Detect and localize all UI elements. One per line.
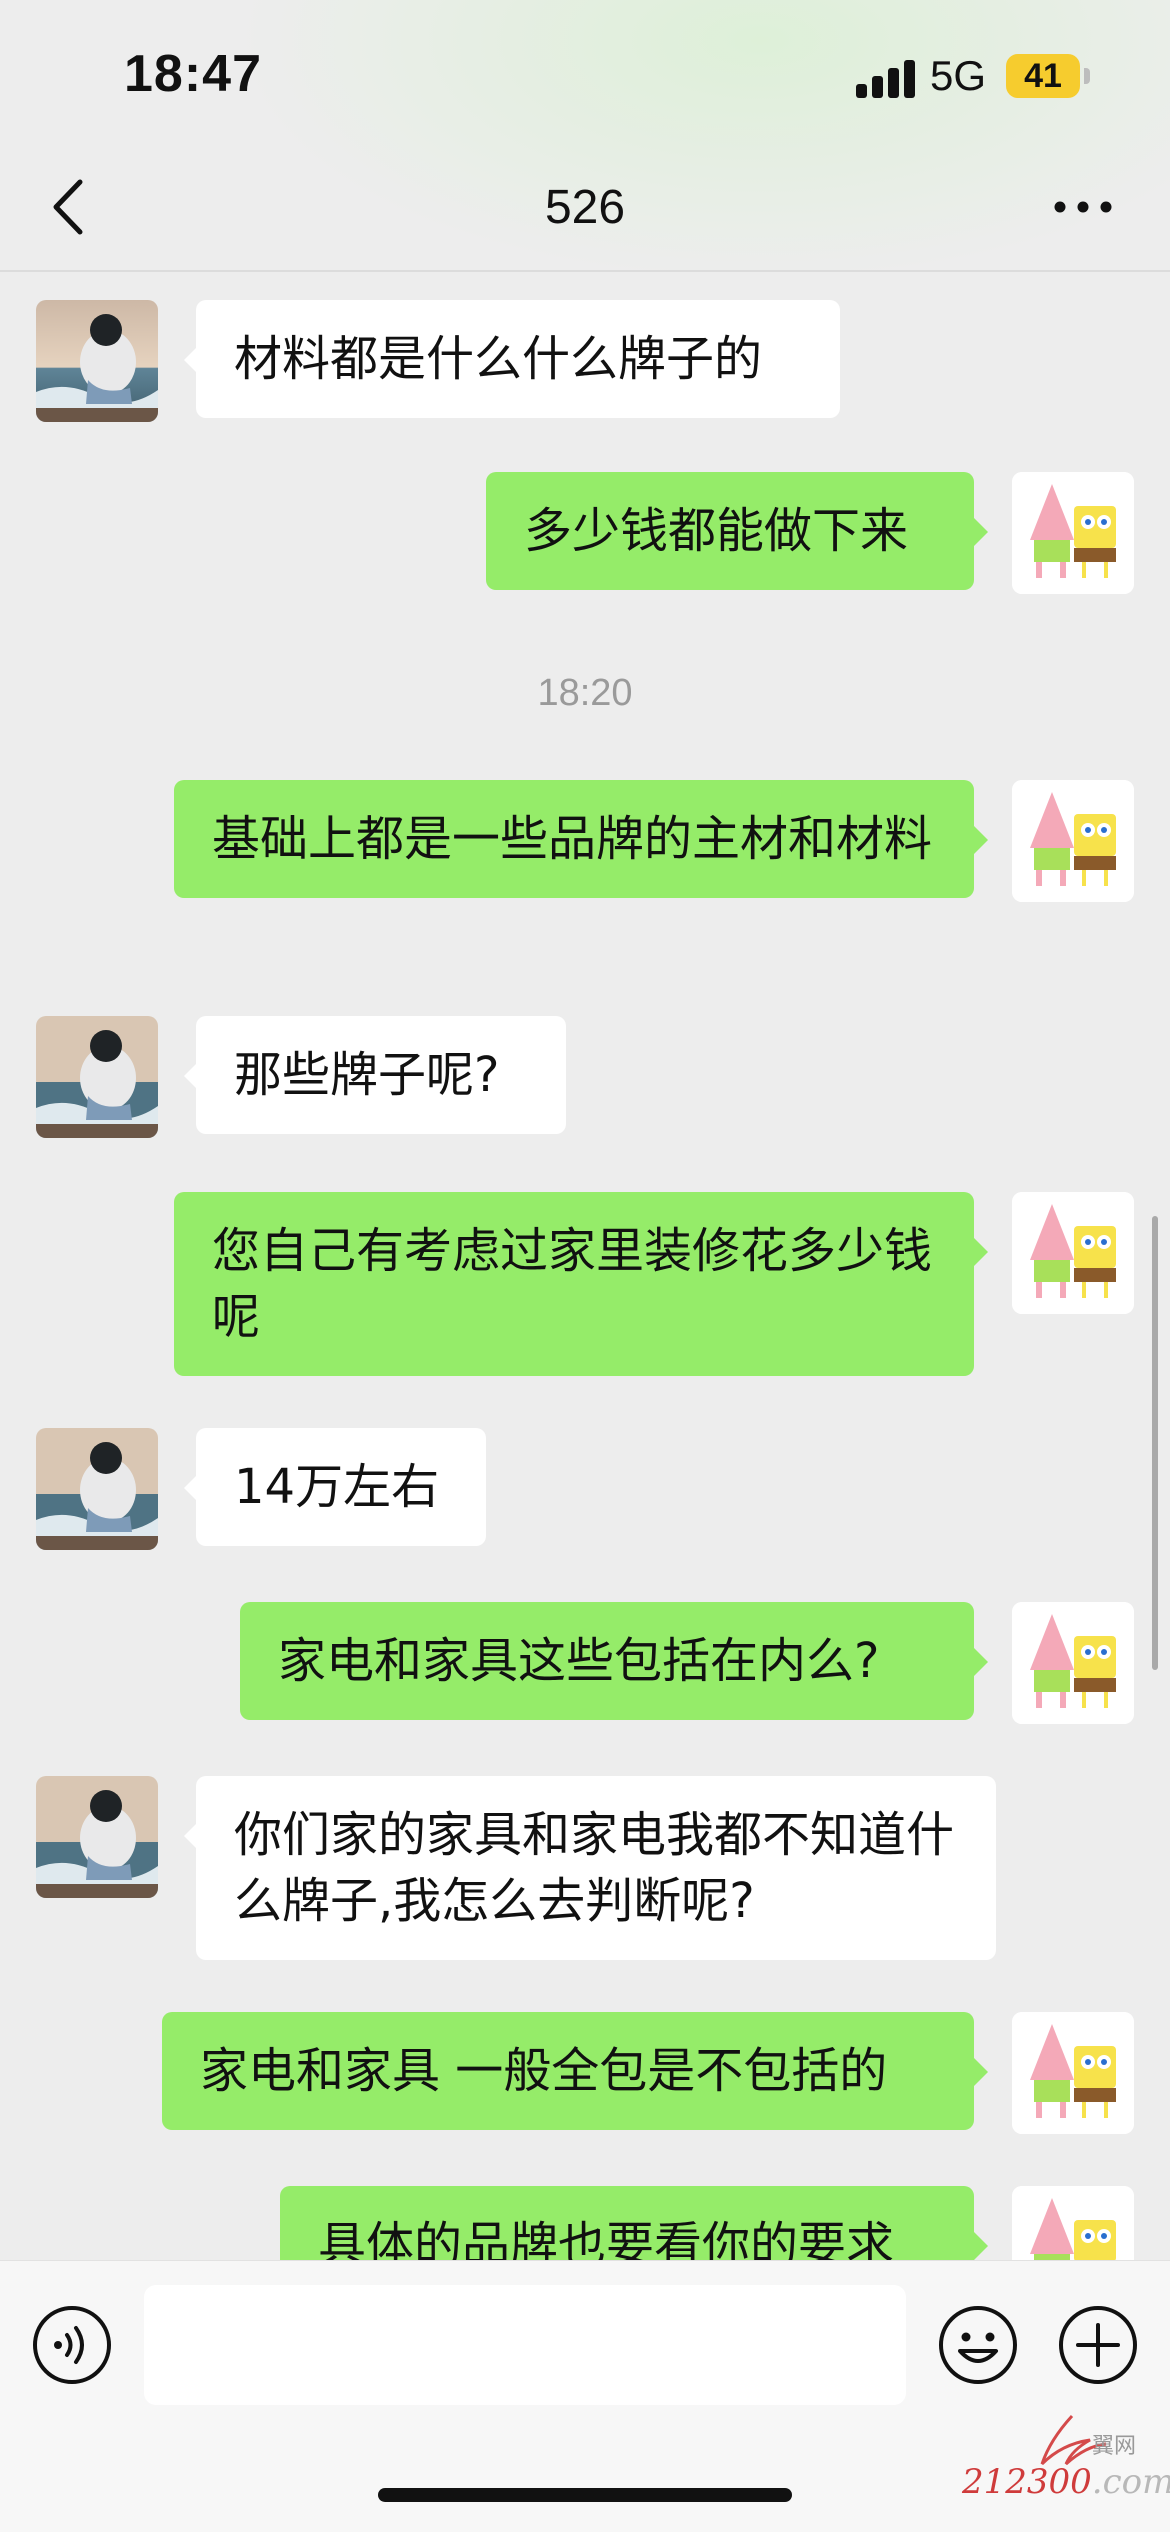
self-avatar[interactable]: [1012, 1192, 1134, 1314]
watermark-url: 212300.com: [962, 2462, 1170, 2502]
more-icon[interactable]: [1052, 182, 1114, 232]
watermark-url-prefix: 212300: [962, 2462, 1092, 2502]
watermark-url-suffix: .com: [1091, 2462, 1170, 2502]
self-avatar[interactable]: [1012, 1602, 1134, 1724]
self-avatar[interactable]: [1012, 2012, 1134, 2134]
self-avatar[interactable]: [1012, 472, 1134, 594]
bubble-tail: [974, 2232, 988, 2260]
emoji-icon[interactable]: [938, 2305, 1018, 2385]
scrollbar[interactable]: [1152, 1216, 1158, 1670]
message-timestamp: 18:20: [537, 672, 633, 714]
watermark-logo: 翼网 212300.com: [962, 2410, 1170, 2510]
signal-icon: [856, 58, 916, 98]
message-bubble-received[interactable]: 你们家的家具和家电我都不知道什么牌子,我怎么去判断呢?: [196, 1776, 996, 1960]
message-bubble-sent[interactable]: 多少钱都能做下来: [486, 472, 974, 590]
status-bar: 18:47 5G 41: [0, 0, 1170, 150]
bubble-tail: [974, 2058, 988, 2086]
message-input[interactable]: [144, 2285, 906, 2405]
self-avatar[interactable]: [1012, 2186, 1134, 2260]
self-avatar[interactable]: [1012, 780, 1134, 902]
battery-icon: 41: [1006, 54, 1080, 98]
chat-area[interactable]: 材料都是什么什么牌子的 多少钱都能做下来 18:20 基础上都是一些品牌的主材和…: [0, 272, 1170, 2260]
chat-title: 526: [544, 181, 626, 234]
nav-bar: 526: [0, 150, 1170, 272]
message-bubble-sent[interactable]: 具体的品牌也要看你的要求: [280, 2186, 974, 2260]
message-bubble-received[interactable]: 14万左右: [196, 1428, 486, 1546]
message-bubble-received[interactable]: 材料都是什么什么牌子的: [196, 300, 840, 418]
status-time: 18:47: [124, 45, 262, 103]
voice-input-icon[interactable]: [32, 2305, 112, 2385]
bubble-tail: [974, 1648, 988, 1676]
home-indicator[interactable]: [378, 2488, 792, 2502]
message-bubble-sent[interactable]: 您自己有考虑过家里装修花多少钱呢: [174, 1192, 974, 1376]
message-bubble-sent[interactable]: 家电和家具 一般全包是不包括的: [162, 2012, 974, 2130]
watermark-cn: 翼网: [1092, 2434, 1137, 2459]
battery-cap: [1084, 68, 1090, 84]
bubble-tail: [974, 1238, 988, 1266]
contact-avatar[interactable]: [36, 300, 158, 422]
message-bubble-sent[interactable]: 基础上都是一些品牌的主材和材料: [174, 780, 974, 898]
message-bubble-sent[interactable]: 家电和家具这些包括在内么?: [240, 1602, 974, 1720]
message-bubble-received[interactable]: 那些牌子呢?: [196, 1016, 566, 1134]
contact-avatar[interactable]: [36, 1428, 158, 1550]
plus-icon[interactable]: [1058, 2305, 1138, 2385]
network-type: 5G: [930, 52, 987, 99]
bubble-tail: [974, 518, 988, 546]
contact-avatar[interactable]: [36, 1016, 158, 1138]
contact-avatar[interactable]: [36, 1776, 158, 1898]
bubble-tail: [974, 826, 988, 854]
